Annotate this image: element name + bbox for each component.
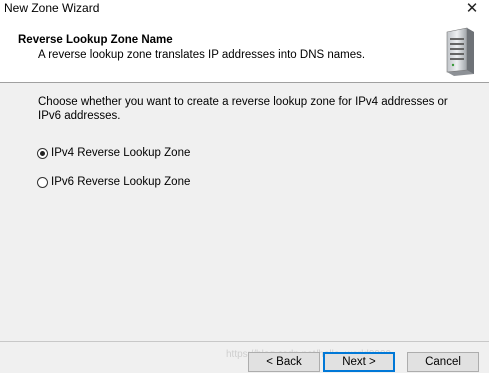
instruction-text: Choose whether you want to create a reve… bbox=[38, 96, 448, 122]
window-title: New Zone Wizard bbox=[4, 1, 100, 15]
wizard-content: Choose whether you want to create a reve… bbox=[0, 83, 489, 342]
page-subtitle: A reverse lookup zone translates IP addr… bbox=[38, 49, 366, 61]
next-button[interactable]: Next > bbox=[323, 352, 395, 372]
close-icon: ✕ bbox=[465, 0, 479, 17]
wizard-header: Reverse Lookup Zone Name A reverse looku… bbox=[0, 17, 489, 83]
back-button[interactable]: < Back bbox=[248, 352, 320, 372]
ipv4-radio[interactable] bbox=[37, 147, 48, 159]
title-bar: New Zone Wizard ✕ bbox=[0, 0, 489, 17]
ipv4-option[interactable]: IPv4 Reverse Lookup Zone bbox=[37, 147, 190, 159]
cancel-button[interactable]: Cancel bbox=[407, 352, 479, 372]
server-icon bbox=[446, 27, 474, 76]
ipv4-label: IPv4 Reverse Lookup Zone bbox=[51, 147, 191, 159]
close-button[interactable]: ✕ bbox=[455, 0, 489, 17]
ipv6-label: IPv6 Reverse Lookup Zone bbox=[51, 176, 191, 188]
footer-divider bbox=[0, 341, 489, 342]
page-title: Reverse Lookup Zone Name bbox=[18, 34, 173, 46]
ipv6-option[interactable]: IPv6 Reverse Lookup Zone bbox=[37, 176, 190, 188]
ipv6-radio[interactable] bbox=[37, 176, 48, 188]
